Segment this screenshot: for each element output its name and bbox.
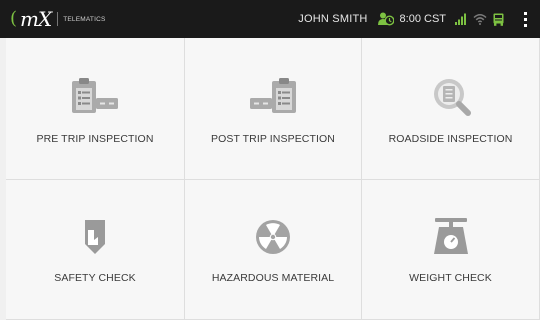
roadside-inspection-icon	[433, 79, 471, 116]
driver-status-icon[interactable]	[377, 12, 394, 26]
brand-logo: (mX	[10, 7, 52, 31]
truck-icon[interactable]	[493, 13, 504, 26]
hazardous-material-icon	[256, 220, 290, 254]
weight-check-tile[interactable]: WEIGHT CHECK	[362, 180, 540, 320]
weight-check-icon	[433, 218, 468, 254]
signal-icon	[455, 13, 466, 25]
tile-label: ROADSIDE INSPECTION	[388, 133, 513, 145]
pre-trip-inspection-icon	[72, 78, 118, 113]
inspection-menu-grid: PRE TRIP INSPECTION POST TRIP INSPECTION…	[6, 38, 540, 320]
status-right: JOHN SMITH 8:00 CST	[298, 0, 540, 38]
status-bar: (mX TELEMATICS JOHN SMITH 8:00 CST	[0, 0, 540, 38]
tile-label: PRE TRIP INSPECTION	[36, 133, 154, 145]
tile-label: SAFETY CHECK	[54, 272, 136, 284]
brand-logo-mark: (	[10, 8, 17, 29]
brand-divider	[57, 12, 59, 26]
post-trip-inspection-tile[interactable]: POST TRIP INSPECTION	[185, 38, 362, 180]
brand-subtitle: TELEMATICS	[63, 15, 106, 23]
roadside-inspection-tile[interactable]: ROADSIDE INSPECTION	[362, 38, 540, 180]
tile-label: POST TRIP INSPECTION	[211, 133, 335, 145]
clock: 8:00 CST	[399, 13, 446, 25]
pre-trip-inspection-tile[interactable]: PRE TRIP INSPECTION	[6, 38, 185, 180]
user-name[interactable]: JOHN SMITH	[298, 13, 367, 25]
safety-check-icon	[85, 220, 105, 254]
safety-check-tile[interactable]: SAFETY CHECK	[6, 180, 185, 320]
overflow-menu-icon[interactable]	[518, 0, 532, 38]
brand-logo-group: (mX TELEMATICS	[10, 0, 106, 38]
tile-label: WEIGHT CHECK	[409, 272, 492, 284]
wifi-icon	[473, 14, 487, 25]
hazardous-material-tile[interactable]: HAZARDOUS MATERIAL	[185, 180, 362, 320]
brand-logo-text: mX	[20, 7, 52, 31]
tile-label: HAZARDOUS MATERIAL	[211, 272, 335, 284]
post-trip-inspection-icon	[250, 78, 296, 113]
